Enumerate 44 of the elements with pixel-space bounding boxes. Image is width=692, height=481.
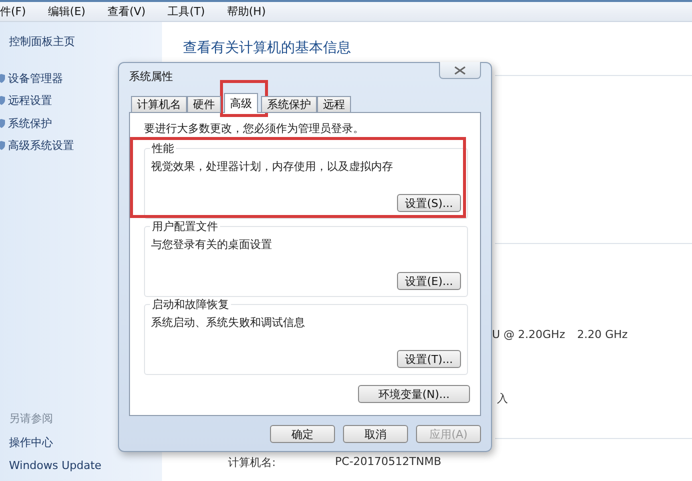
processor-speed: 2.20 GHz [577,328,628,341]
tab[interactable]: 硬件 [187,96,221,113]
group-title: 启动和故障恢复 [150,297,231,312]
dialog-button[interactable]: 确定 [270,425,335,443]
settings-button[interactable]: 设置(S)... [397,194,461,212]
shield-icon [0,118,5,128]
shield-icon [0,96,5,106]
processor-text: U @ 2.20GHz [492,328,566,341]
group-title: 性能 [150,141,176,156]
field-value: PC-20170512TNMB [335,455,442,470]
environment-variables-button[interactable]: 环境变量(N)... [358,385,470,403]
close-icon [454,66,466,74]
settings-button[interactable]: 设置(E)... [397,272,461,290]
menu-item[interactable]: 编辑(E) [48,4,86,19]
partial-text: 入 [497,391,509,406]
tab[interactable]: 高级 [224,93,258,113]
menu-item[interactable]: 查看(V) [107,4,146,19]
dialog-button[interactable]: 取消 [343,425,408,443]
sidebar-link[interactable]: 远程设置 [8,93,52,108]
notice-text: 要进行大多数更改，您必须作为管理员登录。 [144,121,365,136]
group-title: 用户配置文件 [150,219,220,234]
dialog-title: 系统属性 [129,69,173,84]
shield-icon [0,141,5,150]
group-description: 系统启动、系统失败和调试信息 [151,315,306,330]
close-button[interactable] [439,62,481,79]
field-label: 计算机名: [228,455,277,470]
see-also-heading: 另请参阅 [9,411,54,426]
group-description: 视觉效果，处理器计划，内存使用，以及虚拟内存 [151,159,394,174]
sidebar-link[interactable]: Windows Update [9,459,162,472]
tab[interactable]: 系统保护 [261,96,317,113]
sidebar-link[interactable]: 系统保护 [8,116,52,131]
menu-item[interactable]: 工具(T) [168,4,205,19]
sidebar-link[interactable]: 设备管理器 [8,70,63,86]
sidebar-link[interactable]: 高级系统设置 [8,138,74,154]
tab[interactable]: 计算机名 [131,96,187,113]
settings-button[interactable]: 设置(T)... [397,350,461,368]
menu-item[interactable]: 帮助(H) [226,4,266,19]
page-title: 查看有关计算机的基本信息 [183,39,352,57]
tab[interactable]: 远程 [317,96,351,113]
group-description: 与您登录有关的桌面设置 [151,237,273,252]
shield-icon [0,74,5,83]
menu-item[interactable]: 件(F) [0,4,26,19]
sidebar-link[interactable]: 控制面板主页 [9,34,162,49]
highlight-frame [220,80,268,117]
